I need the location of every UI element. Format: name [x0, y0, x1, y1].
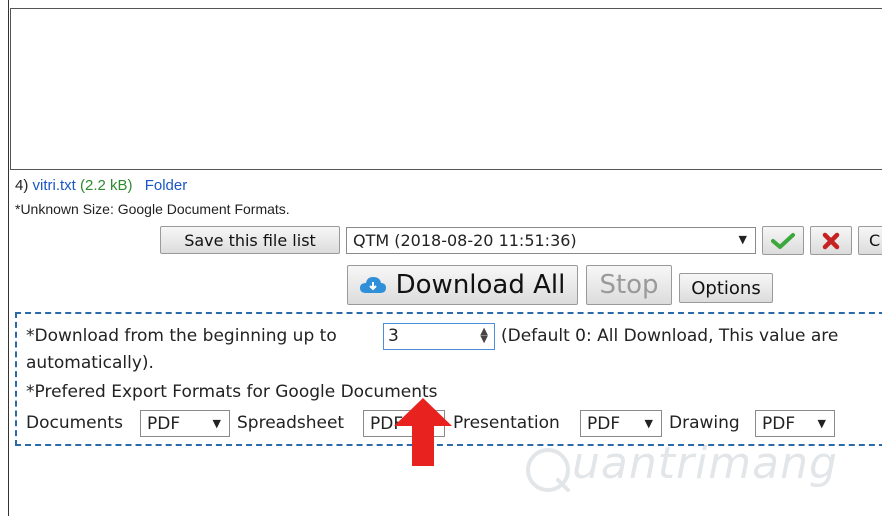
check-icon	[771, 232, 795, 249]
watermark-text: uantrimang	[572, 438, 838, 489]
download-limit-hint: (Default 0: All Download, This value are	[501, 326, 839, 346]
format-drawing-label: Drawing	[669, 413, 740, 433]
format-presentation-value: PDF	[587, 413, 621, 434]
download-limit-value: 3	[388, 326, 399, 346]
download-all-button[interactable]: Download All	[347, 265, 578, 305]
dropdown-arrow-icon: ▼	[644, 417, 653, 430]
cloud-download-icon	[359, 277, 386, 293]
file-size: (2.2 kB)	[80, 177, 133, 194]
download-all-label: Download All	[395, 270, 566, 300]
file-index: 4)	[15, 177, 29, 194]
file-entry: 4) vitri.txt (2.2 kB) Folder	[15, 177, 187, 195]
spinner-icon[interactable]: ▲ ▼	[480, 327, 488, 345]
save-file-list-button[interactable]: Save this file list	[160, 226, 340, 254]
watermark-logo: uantrimang	[524, 438, 837, 498]
dropdown-arrow-icon: ▼	[817, 417, 826, 430]
file-name-link[interactable]: vitri.txt	[33, 177, 76, 194]
close-icon	[822, 232, 840, 249]
format-documents-select[interactable]: PDF ▼	[140, 410, 230, 437]
unknown-size-note: *Unknown Size: Google Document Formats.	[15, 201, 290, 217]
format-documents-value: PDF	[147, 413, 181, 434]
format-documents-label: Documents	[26, 413, 123, 433]
dropdown-arrow-icon: ▼	[212, 417, 221, 430]
format-drawing-select[interactable]: PDF ▼	[755, 410, 835, 437]
window-left-border	[8, 0, 9, 516]
watermark-circle-icon	[526, 448, 570, 492]
extra-button[interactable]: C	[858, 226, 882, 255]
download-limit-input[interactable]: 3 ▲ ▼	[383, 323, 495, 350]
file-list-area[interactable]	[10, 8, 882, 170]
file-list-select-value: QTM (2018-08-20 11:51:36)	[353, 231, 577, 250]
confirm-button[interactable]	[762, 226, 804, 255]
delete-button[interactable]	[810, 226, 852, 255]
format-presentation-select[interactable]: PDF ▼	[580, 410, 662, 437]
stop-button[interactable]: Stop	[586, 265, 672, 305]
download-limit-hint-cont: automatically).	[26, 353, 154, 373]
download-limit-label: *Download from the beginning up to	[26, 326, 337, 346]
file-list-select[interactable]: QTM (2018-08-20 11:51:36) ▼	[346, 227, 756, 254]
options-button[interactable]: Options	[679, 273, 773, 303]
red-arrow-annotation	[394, 398, 452, 466]
format-drawing-value: PDF	[762, 413, 796, 434]
format-presentation-label: Presentation	[453, 413, 560, 433]
format-spreadsheet-label: Spreadsheet	[237, 413, 345, 433]
export-formats-title: *Prefered Export Formats for Google Docu…	[26, 382, 438, 402]
folder-link[interactable]: Folder	[145, 177, 188, 194]
dropdown-arrow-icon: ▼	[738, 233, 747, 246]
